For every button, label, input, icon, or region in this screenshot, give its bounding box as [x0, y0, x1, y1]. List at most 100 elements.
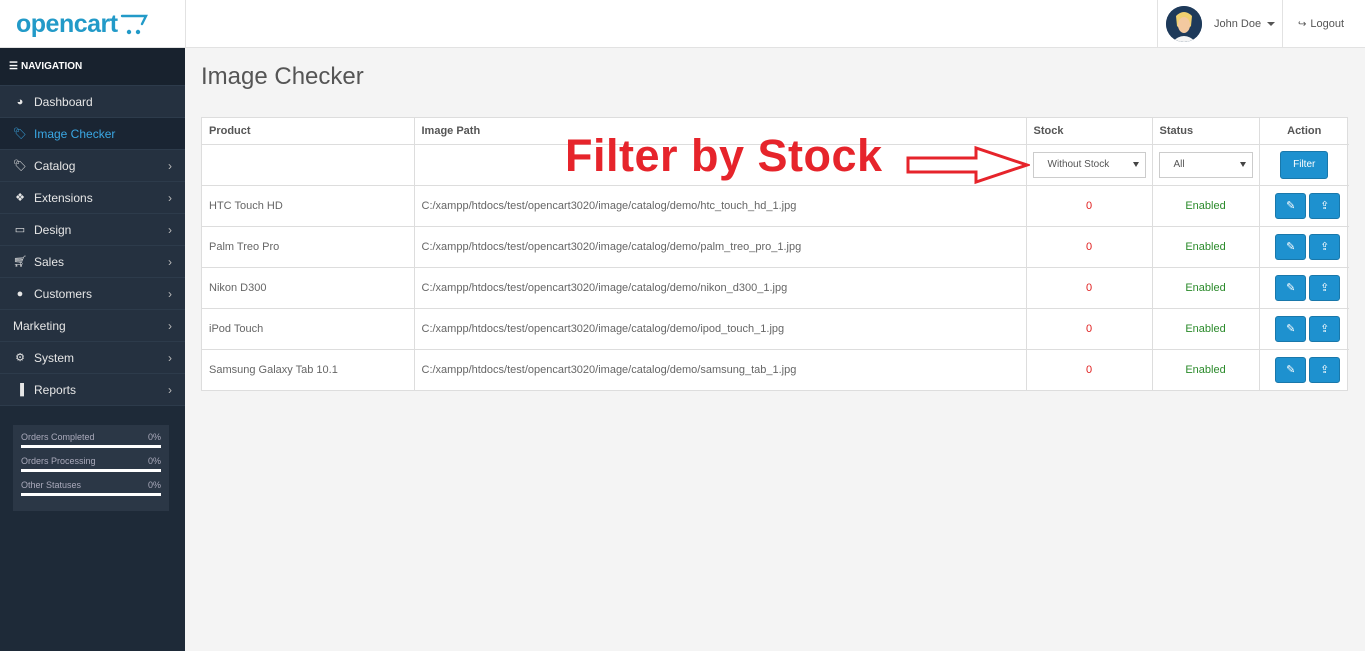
column-header-status[interactable]: Status: [1152, 118, 1260, 145]
image-path: C:/xampp/htdocs/test/opencart3020/image/…: [414, 226, 1027, 268]
sidebar-item-catalog[interactable]: 🏷︎ Catalog ›: [0, 150, 185, 182]
action-cell: ✎ ⇪: [1259, 308, 1349, 350]
cart-icon: 🛒︎: [13, 256, 27, 268]
annotation-label: Filter by Stock: [565, 130, 883, 181]
stat-value: 0%: [147, 456, 161, 466]
opencart-logo[interactable]: opencart: [16, 10, 150, 40]
product-name: HTC Touch HD: [202, 185, 415, 227]
stock-value: 0: [1026, 226, 1153, 268]
upload-button[interactable]: ⇪: [1309, 315, 1341, 342]
action-cell: ✎ ⇪: [1259, 349, 1349, 390]
sidebar-item-system[interactable]: ⚙︎ System ›: [0, 342, 185, 374]
table-row: Samsung Galaxy Tab 10.1 C:/xampp/htdocs/…: [202, 349, 1349, 390]
puzzle-icon: ❖: [15, 192, 25, 204]
upload-icon: ⇪: [1320, 241, 1330, 253]
cog-icon: ⚙︎: [15, 352, 25, 364]
edit-button[interactable]: ✎: [1275, 274, 1307, 301]
chevron-down-icon: [1267, 22, 1276, 26]
cart-icon: [120, 14, 148, 35]
page-title: Image Checker: [201, 63, 364, 90]
sidebar-item-image-checker[interactable]: 🏷︎ Image Checker: [0, 118, 185, 150]
table-row: HTC Touch HD C:/xampp/htdocs/test/openca…: [202, 185, 1349, 227]
sidebar-item-design[interactable]: ▭ Design ›: [0, 214, 185, 246]
sidebar-item-extensions[interactable]: ❖ Extensions ›: [0, 182, 185, 214]
stat-other-statuses: Other Statuses 0%: [21, 480, 161, 496]
monitor-icon: ▭: [14, 224, 26, 236]
stock-value: 0: [1026, 267, 1153, 309]
action-cell: ✎ ⇪: [1259, 226, 1349, 268]
user-menu[interactable]: John Doe: [1157, 0, 1283, 48]
navigation-heading-label: NAVIGATION: [20, 61, 83, 72]
progress-bar: [21, 445, 161, 448]
sidebar-item-customers[interactable]: ● Customers ›: [0, 278, 185, 310]
upload-button[interactable]: ⇪: [1309, 233, 1341, 260]
filter-cell-empty: [202, 144, 415, 186]
stat-label: Orders Processing: [21, 456, 96, 466]
upload-button[interactable]: ⇪: [1309, 192, 1341, 219]
action-cell: ✎ ⇪: [1259, 185, 1349, 227]
stock-filter-value: Without Stock: [1047, 159, 1110, 170]
logout-link[interactable]: ↪ Logout: [1298, 18, 1344, 30]
sidebar-item-label: Reports: [34, 382, 77, 397]
table-row: iPod Touch C:/xampp/htdocs/test/opencart…: [202, 308, 1349, 350]
image-path: C:/xampp/htdocs/test/opencart3020/image/…: [414, 185, 1027, 227]
filter-cell-status: All: [1152, 144, 1260, 186]
sidebar-item-label: Extensions: [34, 190, 93, 205]
logout-label: Logout: [1310, 18, 1345, 30]
upload-button[interactable]: ⇪: [1309, 356, 1341, 383]
stock-filter-select[interactable]: Without Stock: [1032, 151, 1146, 178]
filter-cell-stock: Without Stock: [1026, 144, 1153, 186]
edit-button[interactable]: ✎: [1275, 233, 1307, 260]
status-filter-select[interactable]: All: [1158, 151, 1253, 178]
edit-button[interactable]: ✎: [1275, 356, 1307, 383]
dashboard-icon: ◕: [16, 95, 24, 108]
avatar: [1166, 6, 1202, 42]
chevron-right-icon: ›: [168, 350, 172, 365]
sidebar-item-label: Catalog: [34, 158, 76, 173]
product-name: Samsung Galaxy Tab 10.1: [202, 349, 415, 390]
stat-label: Other Statuses: [21, 480, 82, 490]
filter-cell-action: Filter: [1259, 144, 1349, 186]
chevron-right-icon: ›: [168, 158, 172, 173]
sidebar-item-label: Design: [34, 222, 72, 237]
edit-button[interactable]: ✎: [1275, 192, 1307, 219]
table-row: Palm Treo Pro C:/xampp/htdocs/test/openc…: [202, 226, 1349, 268]
sidebar-item-label: Marketing: [13, 318, 66, 333]
edit-button[interactable]: ✎: [1275, 315, 1307, 342]
sidebar-item-dashboard[interactable]: ◕ Dashboard: [0, 86, 185, 118]
top-header: opencart John Doe ↪ Logout: [0, 0, 1365, 48]
upload-button[interactable]: ⇪: [1309, 274, 1341, 301]
pencil-icon: ✎: [1286, 364, 1296, 377]
navigation-heading: ☰ NAVIGATION: [0, 48, 185, 86]
sidebar: ☰ NAVIGATION ◕ Dashboard 🏷︎ Image Checke…: [0, 48, 185, 651]
status-filter-value: All: [1173, 159, 1185, 170]
sidebar-item-marketing[interactable]: Marketing ›: [0, 310, 185, 342]
logo-text: opencart: [16, 10, 118, 38]
user-name: John Doe: [1214, 18, 1262, 30]
image-path: C:/xampp/htdocs/test/opencart3020/image/…: [414, 349, 1027, 390]
bar-chart-icon: ▐: [16, 383, 24, 396]
column-header-stock[interactable]: Stock: [1026, 118, 1153, 145]
status-value: Enabled: [1152, 226, 1260, 268]
stock-value: 0: [1026, 308, 1153, 350]
pencil-icon: ✎: [1286, 282, 1296, 294]
upload-icon: ⇪: [1320, 200, 1330, 212]
progress-bar: [21, 469, 161, 472]
stat-value: 0%: [147, 432, 161, 442]
filter-button[interactable]: Filter: [1280, 150, 1329, 179]
column-header-product[interactable]: Product: [202, 118, 415, 145]
annotation-arrow-icon: [906, 145, 1030, 185]
chevron-right-icon: ›: [168, 318, 172, 333]
progress-bar: [21, 493, 161, 496]
column-header-action: Action: [1259, 118, 1349, 145]
sidebar-item-sales[interactable]: 🛒︎ Sales ›: [0, 246, 185, 278]
stat-orders-processing: Orders Processing 0%: [21, 456, 161, 472]
chevron-right-icon: ›: [168, 222, 172, 237]
stat-orders-completed: Orders Completed 0%: [21, 432, 161, 448]
upload-icon: ⇪: [1320, 282, 1330, 294]
image-path: C:/xampp/htdocs/test/opencart3020/image/…: [414, 267, 1027, 309]
pencil-icon: ✎: [1286, 200, 1296, 212]
sidebar-item-reports[interactable]: ▐ Reports ›: [0, 374, 185, 406]
upload-icon: ⇪: [1320, 364, 1330, 377]
chevron-right-icon: ›: [168, 254, 172, 269]
